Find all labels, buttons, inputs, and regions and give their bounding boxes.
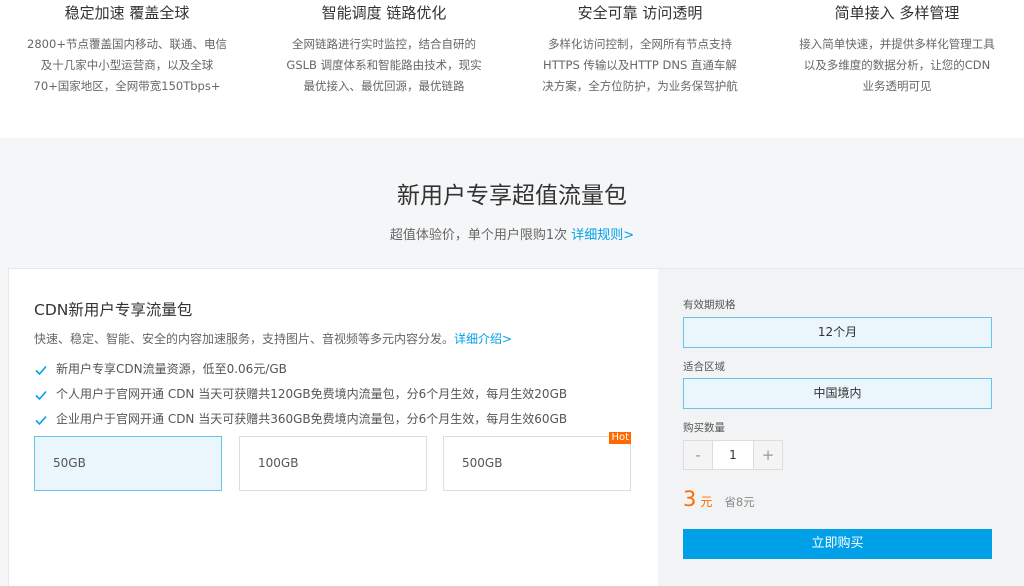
validity-label: 有效期规格: [683, 299, 736, 311]
feature-secure-reliable: 安全可靠 访问透明 多样化访问控制，全网所有节点支持 HTTPS 传输以及HTT…: [520, 0, 760, 97]
package-desc-text: 快速、稳定、智能、安全的内容加速服务，支持图片、音视频等多元内容分发。: [34, 332, 455, 346]
feature-desc-line: 70+国家地区，全网带宽150Tbps+: [33, 79, 221, 93]
list-item: 新用户专享CDN流量资源，低至0.06元/GB: [34, 357, 567, 382]
feature-title: 简单接入 多样管理: [834, 4, 960, 22]
feature-desc-line: 以及多维度的数据分析，让您的CDN: [803, 58, 991, 72]
size-option-500gb[interactable]: 500GB Hot: [443, 432, 631, 491]
feature-easy-access: 简单接入 多样管理 接入简单快速，并提供多样化管理工具 以及多维度的数据分析，让…: [777, 0, 1017, 97]
list-item: 个人用户于官网开通 CDN 当天可获赠共120GB免费境内流量包，分6个月生效，…: [34, 382, 567, 407]
price-unit: 元: [700, 495, 713, 509]
price-display: 3 元 省8元: [683, 487, 755, 511]
region-select[interactable]: 中国境内: [683, 378, 992, 409]
promo-subtitle-text: 超值体验价，单个用户限购1次: [389, 228, 568, 243]
feature-text: 个人用户于官网开通 CDN 当天可获赠共120GB免费境内流量包，分6个月生效，…: [56, 387, 568, 401]
quantity-label: 购买数量: [683, 422, 725, 434]
feature-global-coverage: 稳定加速 覆盖全球 2800+节点覆盖国内移动、联通、电信 及十几家中小型运营商…: [7, 0, 247, 97]
feature-title: 安全可靠 访问透明: [577, 4, 703, 22]
buy-now-button[interactable]: 立即购买: [683, 529, 992, 559]
package-card: CDN新用户专享流量包 快速、稳定、智能、安全的内容加速服务，支持图片、音视频等…: [8, 268, 1024, 586]
feature-desc-line: 接入简单快速，并提供多样化管理工具: [799, 37, 995, 51]
feature-desc-line: 及十几家中小型运营商，以及全球: [40, 58, 214, 72]
package-title: CDN新用户专享流量包: [34, 301, 193, 319]
package-feature-list: 新用户专享CDN流量资源，低至0.06元/GB 个人用户于官网开通 CDN 当天…: [34, 357, 567, 432]
feature-text: 企业用户于官网开通 CDN 当天可获赠共360GB免费境内流量包，分6个月生效，…: [56, 412, 568, 426]
validity-select[interactable]: 12个月: [683, 317, 992, 348]
price-saving: 省8元: [724, 495, 755, 509]
feature-desc-line: 业务透明可见: [862, 79, 932, 93]
feature-desc-line: 最优接入、最优回源，最优链路: [303, 79, 465, 93]
check-icon: [35, 390, 47, 400]
feature-desc-line: HTTPS 传输以及HTTP DNS 直通车解: [543, 58, 737, 72]
size-option-label: 500GB: [462, 456, 503, 470]
rules-link[interactable]: 详细规则>: [571, 228, 634, 243]
feature-desc-line: 决方案，全方位防护，为业务保驾护航: [542, 79, 738, 93]
feature-smart-scheduling: 智能调度 链路优化 全网链路进行实时监控，结合自研的 GSLB 调度体系和智能路…: [264, 0, 504, 97]
feature-desc-line: 全网链路进行实时监控，结合自研的: [292, 37, 476, 51]
check-icon: [35, 415, 47, 425]
details-link[interactable]: 详细介绍>: [454, 332, 512, 346]
feature-desc: 全网链路进行实时监控，结合自研的 GSLB 调度体系和智能路由技术，现实 最优接…: [264, 34, 504, 97]
feature-text: 新用户专享CDN流量资源，低至0.06元/GB: [56, 362, 287, 376]
size-option-50gb[interactable]: 50GB: [34, 436, 222, 491]
quantity-minus-button[interactable]: -: [683, 440, 713, 470]
feature-desc: 多样化访问控制，全网所有节点支持 HTTPS 传输以及HTTP DNS 直通车解…: [520, 34, 760, 97]
feature-desc: 2800+节点覆盖国内移动、联通、电信 及十几家中小型运营商，以及全球 70+国…: [7, 34, 247, 97]
check-icon: [35, 365, 47, 375]
list-item: 企业用户于官网开通 CDN 当天可获赠共360GB免费境内流量包，分6个月生效，…: [34, 407, 567, 432]
feature-desc-line: 多样化访问控制，全网所有节点支持: [548, 37, 732, 51]
size-option-100gb[interactable]: 100GB: [239, 436, 427, 491]
hot-badge: Hot: [609, 432, 631, 444]
feature-desc-line: 2800+节点覆盖国内移动、联通、电信: [27, 37, 227, 51]
region-label: 适合区域: [683, 361, 725, 373]
feature-desc-line: GSLB 调度体系和智能路由技术，现实: [286, 58, 482, 72]
feature-desc: 接入简单快速，并提供多样化管理工具 以及多维度的数据分析，让您的CDN 业务透明…: [777, 34, 1017, 97]
quantity-plus-button[interactable]: +: [753, 440, 783, 470]
feature-title: 稳定加速 覆盖全球: [64, 4, 190, 22]
package-desc: 快速、稳定、智能、安全的内容加速服务，支持图片、音视频等多元内容分发。详细介绍>: [34, 330, 512, 347]
order-panel: 有效期规格 12个月 适合区域 中国境内 购买数量 - 1 + 3 元 省8元 …: [658, 269, 1024, 586]
promo-title: 新用户专享超值流量包: [397, 183, 627, 209]
price-value: 3: [683, 487, 697, 511]
features-section: 稳定加速 覆盖全球 2800+节点覆盖国内移动、联通、电信 及十几家中小型运营商…: [0, 0, 1024, 138]
quantity-stepper: - 1 +: [683, 440, 783, 470]
package-info: CDN新用户专享流量包 快速、稳定、智能、安全的内容加速服务，支持图片、音视频等…: [9, 269, 658, 586]
quantity-input[interactable]: 1: [713, 440, 753, 470]
feature-title: 智能调度 链路优化: [321, 4, 447, 22]
promo-subtitle: 超值体验价，单个用户限购1次 详细规则>: [0, 224, 1024, 243]
